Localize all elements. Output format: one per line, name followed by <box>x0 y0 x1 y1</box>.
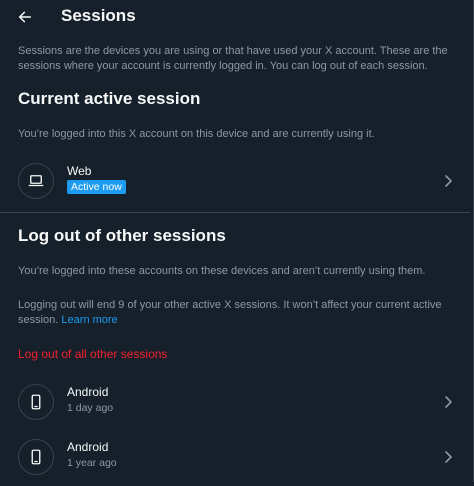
sessions-page: Sessions Sessions are the devices you ar… <box>0 0 474 482</box>
current-session-description: You’re logged into this X account on thi… <box>18 128 375 140</box>
laptop-icon <box>28 175 44 187</box>
session-time: 1 year ago <box>67 457 117 469</box>
device-icon-circle <box>18 439 54 475</box>
session-row[interactable]: Android 1 day ago <box>0 375 470 431</box>
logout-note: Logging out will end 9 of your other act… <box>18 298 458 327</box>
learn-more-link[interactable]: Learn more <box>61 314 117 326</box>
active-now-badge: Active now <box>67 180 126 194</box>
device-name: Web <box>67 164 92 178</box>
chevron-right-icon <box>445 175 452 187</box>
chevron-right-icon <box>445 396 452 408</box>
phone-icon <box>31 394 41 410</box>
session-row[interactable]: Android 1 year ago <box>0 430 470 486</box>
phone-icon <box>31 449 41 465</box>
current-session-row[interactable]: Web Active now <box>0 154 470 210</box>
back-button[interactable] <box>10 2 40 32</box>
chevron-right-icon <box>445 451 452 463</box>
device-name: Android <box>67 440 109 454</box>
page-header: Sessions <box>0 0 470 36</box>
current-session-heading: Current active session <box>18 89 201 108</box>
page-title: Sessions <box>61 6 136 25</box>
device-icon-circle <box>18 384 54 420</box>
device-name: Android <box>67 385 109 399</box>
arrow-left-icon <box>18 11 32 23</box>
other-sessions-description: You’re logged into these accounts on the… <box>18 265 426 277</box>
device-icon-circle <box>18 163 54 199</box>
section-divider <box>0 212 470 213</box>
intro-text: Sessions are the devices you are using o… <box>18 45 448 72</box>
other-sessions-heading: Log out of other sessions <box>18 226 226 245</box>
logout-all-button[interactable]: Log out of all other sessions <box>18 347 167 362</box>
session-time: 1 day ago <box>67 402 114 414</box>
